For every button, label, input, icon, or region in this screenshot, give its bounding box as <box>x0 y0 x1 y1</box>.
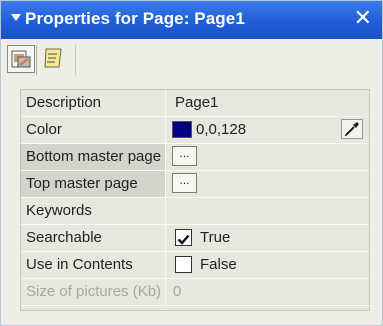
eyedropper-icon <box>344 122 359 137</box>
description-value[interactable]: Page1 <box>175 90 218 115</box>
toolbar-divider <box>75 45 76 75</box>
use-in-contents-checkbox[interactable] <box>175 256 192 273</box>
page-properties-tab[interactable] <box>7 45 35 73</box>
notes-tab[interactable] <box>41 45 69 73</box>
property-value: False <box>167 252 369 278</box>
size-of-pictures-value: 0 <box>173 283 182 300</box>
property-value: 0 <box>167 279 369 305</box>
panel-title: Properties for Page: Page1 <box>25 9 245 28</box>
searchable-checkbox[interactable] <box>175 229 192 246</box>
property-name: Color <box>21 117 166 143</box>
bottom-master-page-browse-button[interactable]: ... <box>172 146 197 166</box>
triangle-down-icon[interactable] <box>11 14 21 21</box>
property-name: Bottom master page <box>21 144 166 170</box>
property-grid: Description Page1 Color 0,0,128 Bottom m… <box>20 89 370 311</box>
property-value: True <box>167 225 369 251</box>
checkmark-icon <box>177 234 190 245</box>
property-value: ... <box>167 144 369 170</box>
use-in-contents-value: False <box>200 256 237 273</box>
notes-icon <box>44 48 62 68</box>
property-row-description[interactable]: Description Page1 <box>21 90 369 117</box>
property-row-searchable[interactable]: Searchable True <box>21 225 369 252</box>
property-value[interactable]: 0,0,128 <box>167 117 369 143</box>
property-row-keywords[interactable]: Keywords <box>21 198 369 225</box>
property-name: Size of pictures (Kb) <box>21 279 166 305</box>
page-properties-icon <box>11 50 31 68</box>
searchable-value: True <box>200 229 231 246</box>
title-bar: Properties for Page: Page1 ✕ <box>1 1 382 39</box>
property-name: Top master page <box>21 171 166 197</box>
property-row-size-of-pictures: Size of pictures (Kb) 0 <box>21 279 369 306</box>
color-picker-button[interactable] <box>341 119 363 139</box>
property-row-use-in-contents[interactable]: Use in Contents False <box>21 252 369 279</box>
color-swatch <box>172 121 192 138</box>
panel-toolbar <box>1 39 382 85</box>
color-value[interactable]: 0,0,128 <box>196 117 246 142</box>
property-row-color[interactable]: Color 0,0,128 <box>21 117 369 144</box>
property-value[interactable] <box>167 198 369 224</box>
properties-panel: Properties for Page: Page1 ✕ Description <box>0 0 383 326</box>
property-value: ... <box>167 171 369 197</box>
property-name: Searchable <box>21 225 166 251</box>
property-row-top-master-page[interactable]: Top master page ... <box>21 171 369 198</box>
property-name: Description <box>21 90 166 116</box>
property-name: Keywords <box>21 198 166 224</box>
property-value[interactable]: Page1 <box>167 90 369 116</box>
property-row-bottom-master-page[interactable]: Bottom master page ... <box>21 144 369 171</box>
top-master-page-browse-button[interactable]: ... <box>172 173 197 193</box>
toolbar-divider <box>36 45 37 75</box>
close-icon[interactable]: ✕ <box>354 7 372 29</box>
property-name: Use in Contents <box>21 252 166 278</box>
